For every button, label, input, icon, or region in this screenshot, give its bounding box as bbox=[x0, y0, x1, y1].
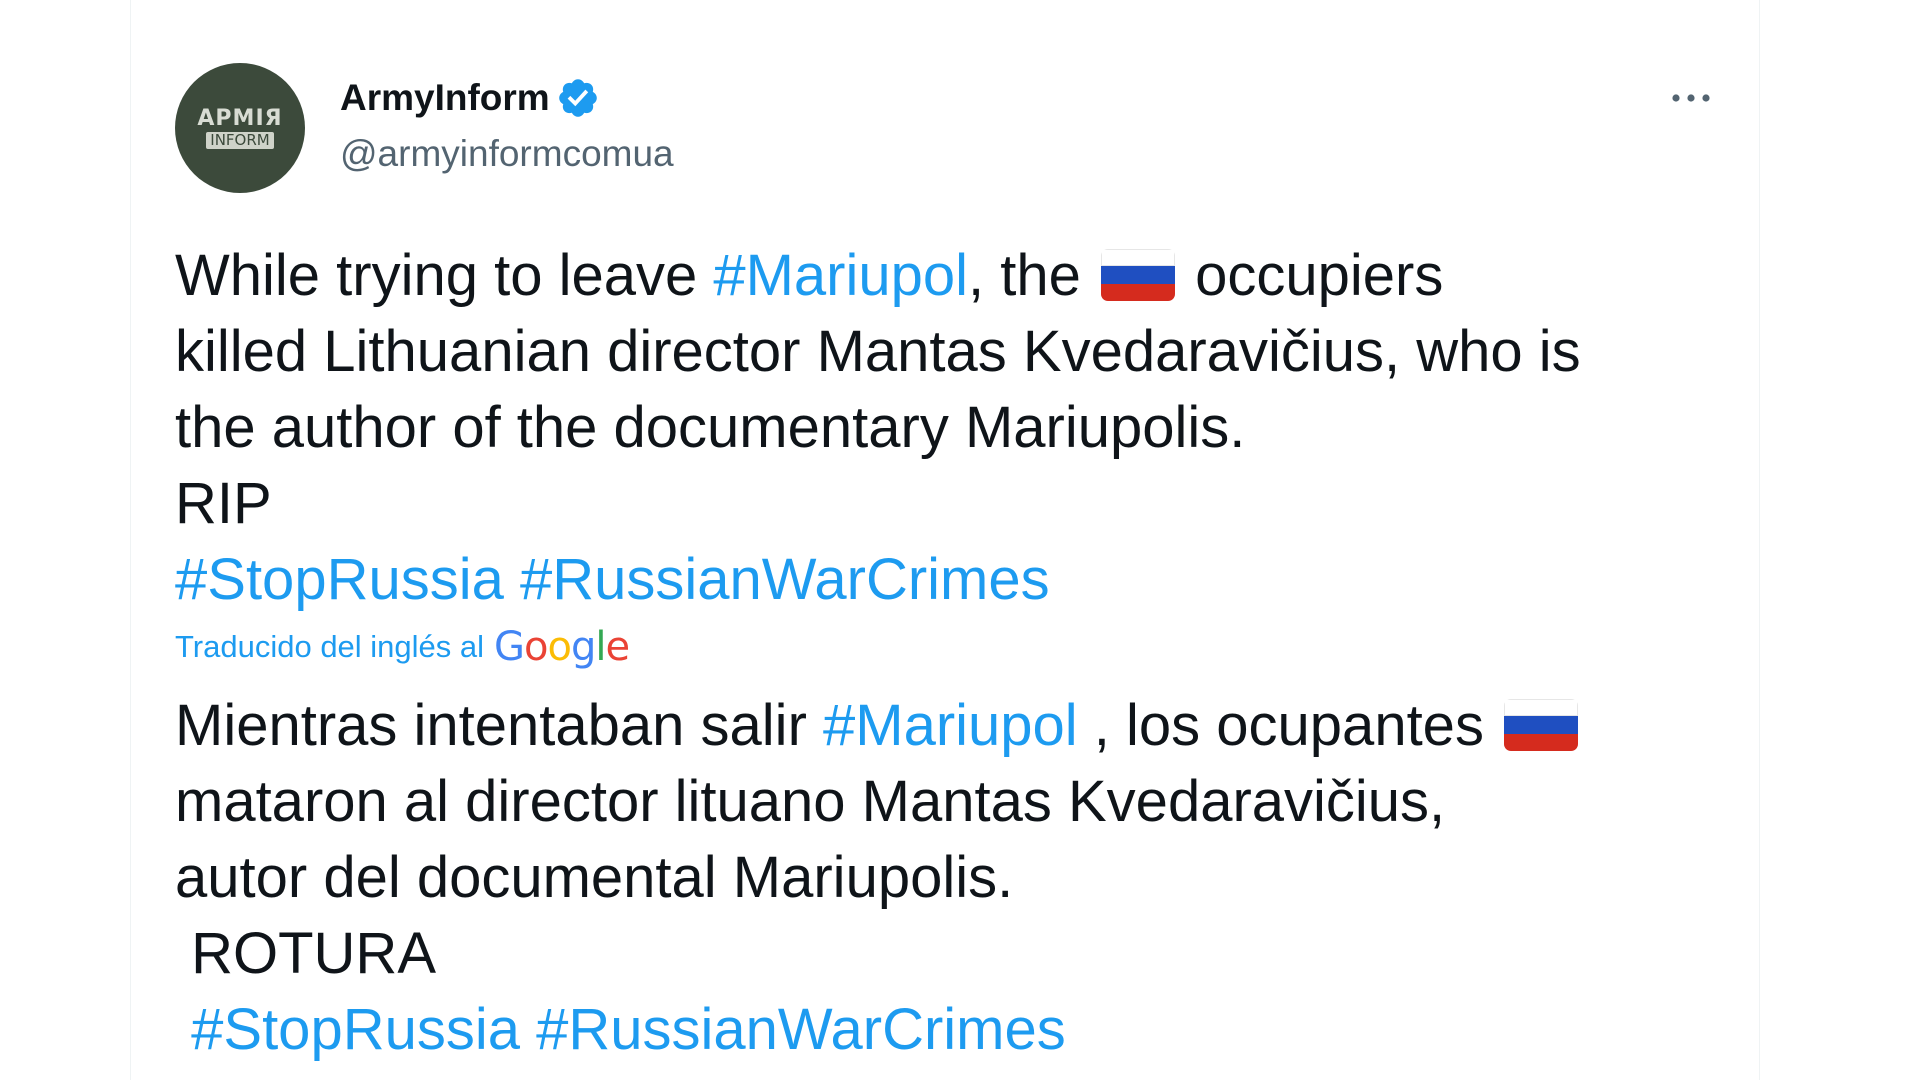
author-display-name[interactable]: ArmyInform bbox=[340, 76, 600, 120]
translated-text-segment: Mientras intentaban salir bbox=[175, 693, 823, 758]
google-logo-letter: o bbox=[547, 624, 573, 670]
tweet-text-segment: occupiers bbox=[1179, 243, 1444, 308]
translated-line-3: autor del documental Mariupolis. bbox=[175, 845, 1014, 910]
tweet-card[interactable]: АРМІЯ INFORM ArmyInform @armyinformcomua… bbox=[130, 0, 1760, 1080]
hashtag-russianwarcrimes[interactable]: #RussianWarCrimes bbox=[520, 547, 1050, 612]
tweet-line-5: #StopRussia #RussianWarCrimes bbox=[175, 542, 1735, 618]
avatar-text-bottom: INFORM bbox=[206, 131, 274, 149]
author-name-text: ArmyInform bbox=[340, 77, 550, 118]
hashtag-stoprussia[interactable]: #StopRussia bbox=[175, 547, 504, 612]
google-logo-letter: e bbox=[605, 624, 631, 670]
tweet-body: While trying to leave #Mariupol, the occ… bbox=[175, 238, 1735, 618]
hashtag-mariupol[interactable]: #Mariupol bbox=[713, 243, 968, 308]
avatar[interactable]: АРМІЯ INFORM bbox=[175, 63, 305, 193]
avatar-text-top: АРМІЯ bbox=[197, 105, 283, 131]
google-logo: Google bbox=[494, 624, 631, 670]
translated-line-5: #StopRussia #RussianWarCrimes bbox=[175, 992, 1735, 1068]
russia-flag-icon bbox=[1504, 699, 1579, 751]
translation-attribution[interactable]: Traducido del inglés al Google bbox=[175, 622, 631, 672]
hashtag-russianwarcrimes-translated[interactable]: #RussianWarCrimes bbox=[536, 997, 1066, 1062]
hashtag-mariupol-translated[interactable]: #Mariupol bbox=[823, 693, 1078, 758]
google-logo-letter: G bbox=[494, 624, 525, 670]
russia-flag-icon bbox=[1101, 249, 1176, 301]
translated-line-4: ROTURA bbox=[175, 921, 436, 986]
tweet-text-segment: , the bbox=[968, 243, 1098, 308]
tweet-text-segment: While trying to leave bbox=[175, 243, 714, 308]
tweet-line-4: RIP bbox=[175, 471, 272, 536]
tweet-line-3: the author of the documentary Mariupolis… bbox=[175, 395, 1246, 460]
verified-badge-icon bbox=[558, 79, 597, 117]
translation-label: Traducido del inglés al bbox=[175, 629, 485, 664]
translated-text-segment: , los ocupantes bbox=[1077, 693, 1501, 758]
more-options-button[interactable] bbox=[1661, 78, 1721, 118]
google-logo-letter: l bbox=[595, 624, 606, 670]
hashtag-stoprussia-translated[interactable]: #StopRussia bbox=[191, 997, 520, 1062]
translated-line-2: mataron al director lituano Mantas Kveda… bbox=[175, 769, 1446, 834]
tweet-line-1: While trying to leave #Mariupol, the occ… bbox=[175, 238, 1735, 314]
google-logo-letter: o bbox=[524, 624, 549, 670]
translated-tweet-body: Mientras intentaban salir #Mariupol , lo… bbox=[175, 688, 1735, 1068]
more-horizontal-icon bbox=[1672, 94, 1710, 102]
translated-line-1: Mientras intentaban salir #Mariupol , lo… bbox=[175, 688, 1735, 764]
author-handle[interactable]: @armyinformcomua bbox=[340, 132, 674, 176]
google-logo-letter: g bbox=[571, 624, 596, 670]
page: АРМІЯ INFORM ArmyInform @armyinformcomua… bbox=[0, 0, 1920, 1080]
tweet-line-2: killed Lithuanian director Mantas Kvedar… bbox=[175, 319, 1581, 384]
